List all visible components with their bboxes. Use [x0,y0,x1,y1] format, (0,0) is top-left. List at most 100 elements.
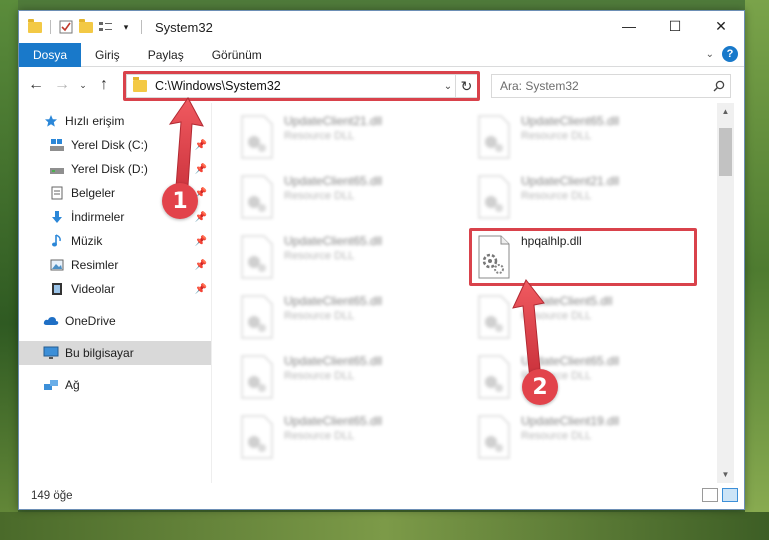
file-description: Resource DLL [284,430,355,442]
file-description: Resource DLL [521,130,592,142]
help-button[interactable]: ? [722,46,738,62]
refresh-button[interactable]: ↻ [455,75,477,97]
navigation-bar: ← → ⌄ ↑ C:\Windows\System32 ⌄ ↻ Ara: Sys… [19,67,744,103]
recent-locations-button[interactable]: ⌄ [77,74,89,96]
sidebar-item-local-disk-d[interactable]: Yerel Disk (D:) 📌 [19,157,211,181]
sidebar-item-label: Belgeler [71,186,116,200]
download-icon [49,209,65,225]
desktop-background-left [0,0,18,540]
sidebar-item-music[interactable]: Müzik 📌 [19,229,211,253]
list-item[interactable]: UpdateClient65.dll Resource DLL [477,113,703,163]
pin-icon[interactable]: 📌 [195,284,207,295]
list-item[interactable]: UpdateClient19.dll Resource DLL [477,413,703,463]
file-description: Resource DLL [284,130,355,142]
list-item[interactable]: UpdateClient5.dll Resource DLL [477,293,703,343]
sidebar-item-label: Yerel Disk (D:) [71,162,148,176]
dll-file-icon [241,355,273,399]
close-button[interactable]: ✕ [698,11,744,41]
list-item[interactable]: UpdateClient65.dll Resource DLL [240,293,466,343]
file-name: UpdateClient65.dll [284,414,383,428]
sidebar-item-label: Yerel Disk (C:) [71,138,148,152]
dll-file-icon [478,115,510,159]
sidebar-item-onedrive[interactable]: OneDrive [19,309,211,333]
sidebar-item-label: Hızlı erişim [65,114,125,128]
tab-home[interactable]: Giriş [81,43,134,67]
sidebar-item-videos[interactable]: Videolar 📌 [19,277,211,301]
explorer-window: ▾ System32 — ☐ ✕ Dosya Giriş Paylaş Görü… [18,10,745,510]
scroll-thumb[interactable] [719,128,732,176]
forward-button[interactable]: → [51,74,73,96]
address-dropdown-icon[interactable]: ⌄ [441,81,455,92]
network-icon [43,377,59,393]
pin-icon[interactable]: 📌 [195,140,207,151]
qat-dropdown-icon[interactable]: ▾ [118,19,134,35]
back-button[interactable]: ← [25,74,47,96]
pin-icon[interactable]: 📌 [195,236,207,247]
details-view-button[interactable] [702,488,718,502]
file-description: Resource DLL [284,370,355,382]
up-button[interactable]: ↑ [93,74,115,96]
tab-view[interactable]: Görünüm [198,43,276,67]
scroll-down-button[interactable]: ▼ [717,466,734,483]
address-path[interactable]: C:\Windows\System32 [155,79,441,93]
list-item[interactable]: UpdateClient65.dll Resource DLL [477,353,703,403]
dll-file-icon [478,355,510,399]
list-item[interactable]: UpdateClient21.dll Resource DLL [240,113,466,163]
view-switcher [702,488,738,502]
sidebar-item-label: OneDrive [65,314,116,328]
maximize-button[interactable]: ☐ [652,11,698,41]
list-item[interactable]: UpdateClient65.dll Resource DLL [240,353,466,403]
tab-share[interactable]: Paylaş [134,43,198,67]
window-title: System32 [155,19,213,35]
file-name: UpdateClient21.dll [284,114,383,128]
scroll-up-button[interactable]: ▲ [717,103,734,120]
address-bar[interactable]: C:\Windows\System32 ⌄ ↻ [126,74,478,98]
file-name: UpdateClient65.dll [284,354,383,368]
sidebar-item-network[interactable]: Ağ [19,373,211,397]
file-description: Resource DLL [284,310,355,322]
search-input[interactable]: Ara: System32 [500,79,708,93]
sidebar-item-this-pc[interactable]: Bu bilgisayar [19,341,211,365]
expand-ribbon-icon[interactable]: ⌄ [706,49,714,60]
pin-icon[interactable]: 📌 [195,164,207,175]
dll-file-icon [478,175,510,219]
desktop-background-bottom [0,512,769,540]
dll-file-icon [241,295,273,339]
cloud-icon [43,313,59,329]
videos-icon [49,281,65,297]
list-item[interactable]: UpdateClient65.dll Resource DLL [240,233,466,283]
sidebar-item-label: Videolar [71,282,115,296]
list-item[interactable]: UpdateClient21.dll Resource DLL [477,173,703,223]
properties-icon[interactable] [58,19,74,35]
content-area: Hızlı erişim Yerel Disk (C:) 📌 Yerel Dis… [19,103,744,483]
dll-file-icon [478,415,510,459]
search-icon[interactable] [708,80,730,92]
file-name: UpdateClient65.dll [521,354,620,368]
step-badge-2: 2 [522,369,558,405]
sidebar-item-pictures[interactable]: Resimler 📌 [19,253,211,277]
pin-icon[interactable]: 📌 [195,260,207,271]
dll-file-icon [241,415,273,459]
drive-icon [49,161,65,177]
customize-view-icon[interactable] [98,19,114,35]
dll-file-icon [478,295,510,339]
dll-file-icon [241,235,273,279]
minimize-button[interactable]: — [606,11,652,41]
file-name: UpdateClient5.dll [521,294,613,308]
search-box[interactable]: Ara: System32 [491,74,731,98]
new-folder-icon[interactable] [78,18,94,35]
tab-file[interactable]: Dosya [19,42,82,67]
music-icon [49,233,65,249]
sidebar-item-quick-access[interactable]: Hızlı erişim [19,109,211,133]
item-count: 149 öğe [31,490,73,502]
sidebar-item-local-disk-c[interactable]: Yerel Disk (C:) 📌 [19,133,211,157]
list-item[interactable]: UpdateClient65.dll Resource DLL [240,413,466,463]
list-item[interactable]: UpdateClient65.dll Resource DLL [240,173,466,223]
pin-icon[interactable]: 📌 [195,212,207,223]
large-icons-view-button[interactable] [722,488,738,502]
status-bar: 149 öğe [19,483,744,509]
ribbon-right-controls: ⌄ ? [706,46,738,62]
sidebar-item-label: Resimler [71,258,119,272]
sidebar-item-label: İndirmeler [71,210,125,224]
vertical-scrollbar[interactable]: ▲ ▼ [717,103,734,483]
